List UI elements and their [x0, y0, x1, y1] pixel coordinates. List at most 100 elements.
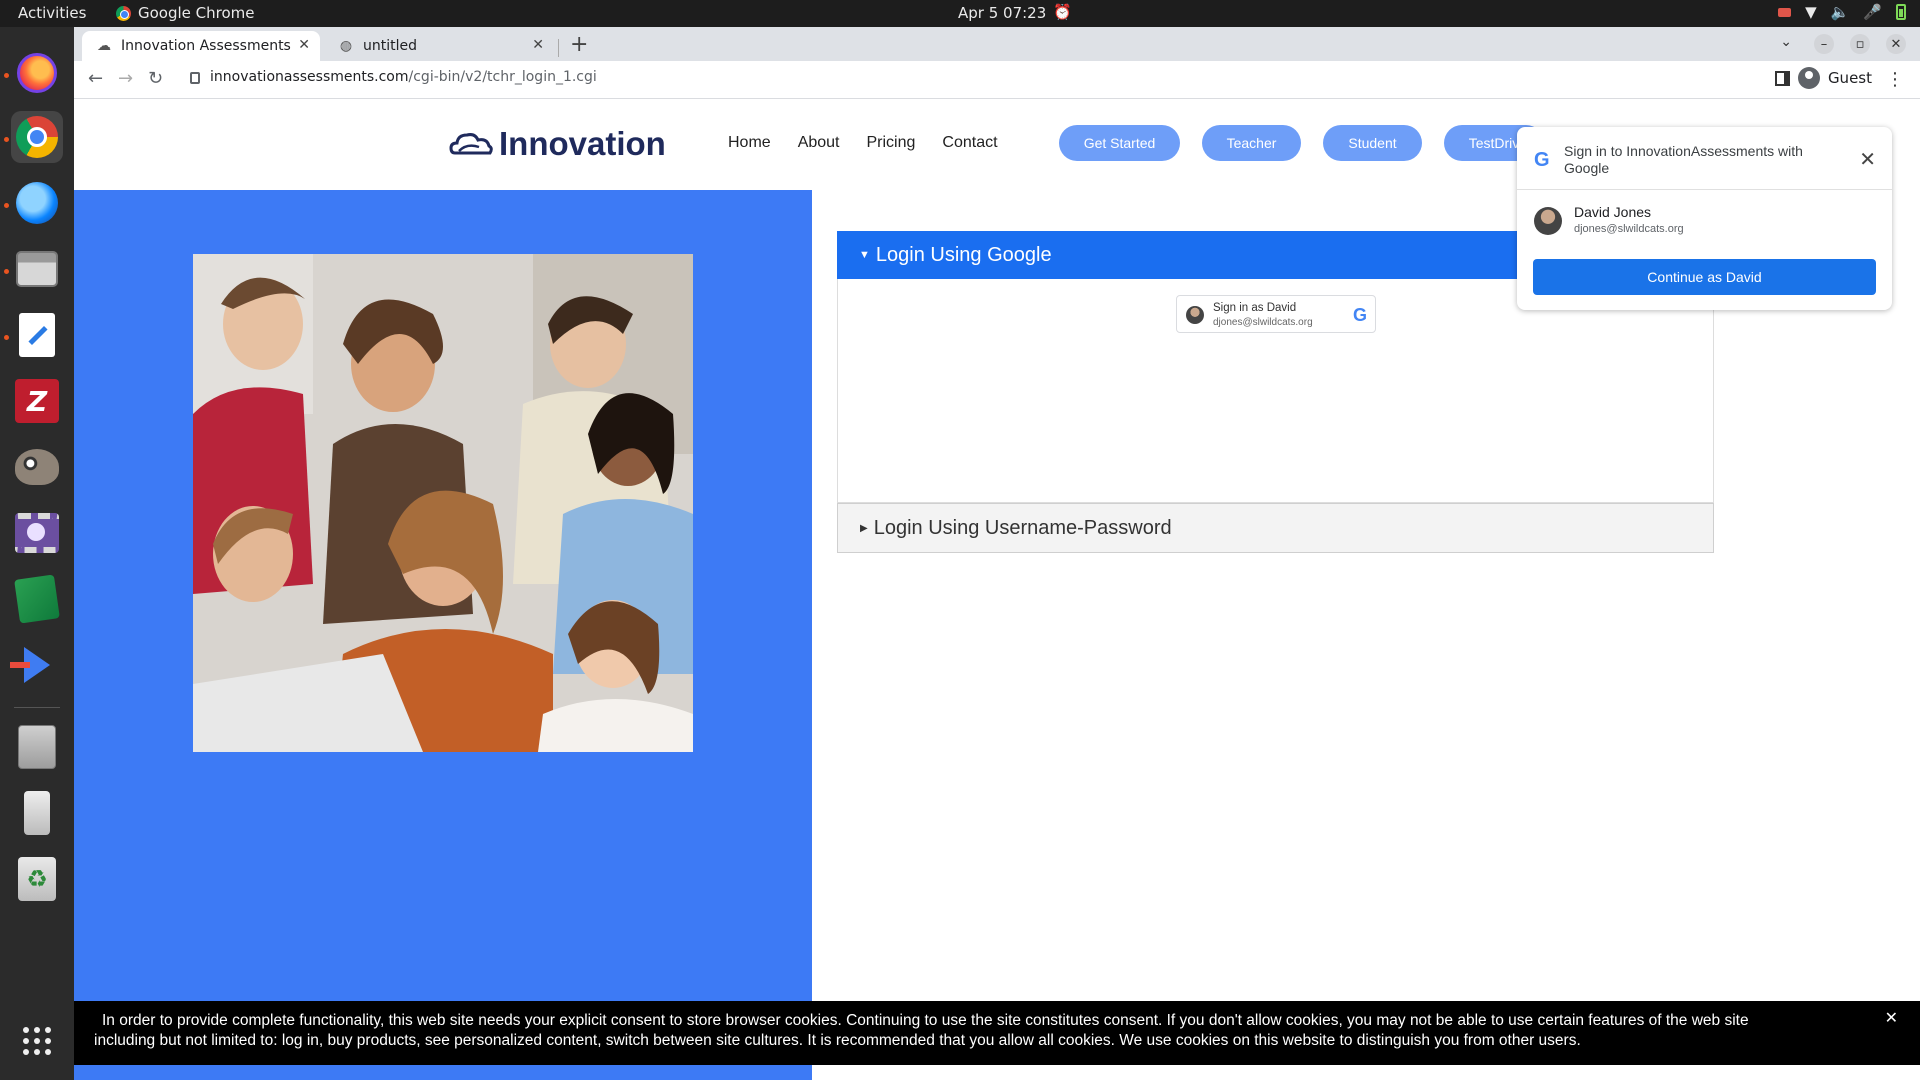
battery-icon [1896, 4, 1906, 20]
restore-icon[interactable]: ▫ [1850, 34, 1870, 54]
trash-launcher[interactable]: ♻ [11, 853, 63, 905]
app-grid-icon [23, 1027, 51, 1055]
video-editor-icon [15, 513, 59, 553]
back-icon[interactable]: ← [88, 68, 103, 89]
gimp-launcher[interactable] [11, 441, 63, 493]
usb-icon [24, 791, 50, 835]
files-launcher[interactable] [11, 243, 63, 295]
system-tray[interactable]: ▼ 🔈 🎤 [1778, 3, 1906, 21]
site-logo[interactable]: Innovation [449, 125, 666, 163]
filezilla-launcher[interactable]: Z [11, 375, 63, 427]
firefox-launcher[interactable] [11, 47, 63, 99]
close-icon[interactable]: ✕ [1885, 1009, 1898, 1029]
text-editor-icon [19, 313, 55, 357]
close-icon[interactable]: ✕ [1859, 147, 1876, 172]
media-app-icon [10, 647, 50, 683]
microphone-icon: 🎤 [1863, 3, 1882, 21]
app-name: Google Chrome [138, 4, 255, 22]
google-one-tap-popup: G Sign in to InnovationAssessments with … [1517, 127, 1892, 310]
nav-about[interactable]: About [798, 134, 840, 152]
nav-contact[interactable]: Contact [942, 134, 997, 152]
cloud-logo-icon [449, 133, 493, 155]
files-icon [16, 251, 58, 287]
continue-as-button[interactable]: Continue as David [1533, 259, 1876, 295]
activities-button[interactable]: Activities [18, 4, 86, 22]
tab-untitled[interactable]: ◍ untitled ✕ [324, 31, 554, 61]
writer-launcher[interactable] [11, 309, 63, 361]
tab-search-icon[interactable]: ⌄ [1780, 34, 1792, 50]
thunderbird-icon [16, 182, 58, 224]
get-started-button[interactable]: Get Started [1059, 125, 1180, 161]
running-indicator [4, 269, 9, 274]
cards-launcher[interactable] [11, 573, 63, 625]
chrome-icon [116, 5, 131, 21]
show-apps-button[interactable] [11, 1015, 63, 1067]
tab-innovation[interactable]: ☁ Innovation Assessments ✕ [82, 31, 320, 61]
window-controls: – ▫ ✕ [1814, 34, 1906, 54]
google-sign-in-button[interactable]: Sign in as David djones@slwildcats.org G [1176, 295, 1376, 333]
running-indicator [4, 335, 9, 340]
minimize-icon[interactable]: – [1814, 34, 1834, 54]
student-button[interactable]: Student [1323, 125, 1422, 161]
reload-icon[interactable]: ↻ [148, 68, 163, 89]
login-google-label: Login Using Google [875, 243, 1052, 266]
usb-drive-launcher[interactable] [11, 787, 63, 839]
tab-title: untitled [363, 38, 418, 54]
innovation-favicon-icon: ☁ [97, 38, 111, 54]
thunderbird-launcher[interactable] [11, 177, 63, 229]
cards-app-icon [14, 574, 60, 624]
new-tab-button[interactable]: + [570, 32, 588, 57]
divider [1517, 189, 1892, 190]
running-indicator [4, 73, 9, 78]
cookie-text-line-1: In order to provide complete functionali… [102, 1012, 1749, 1029]
url-path: /cgi-bin/v2/tchr_login_1.cgi [408, 69, 597, 85]
google-g-icon: G [1352, 305, 1367, 325]
gsi-email: djones@slwildcats.org [1213, 317, 1313, 328]
trash-icon: ♻ [18, 857, 56, 901]
app-menu[interactable]: Google Chrome [116, 4, 255, 22]
caret-right-icon: ▶ [860, 522, 868, 534]
one-tap-user-name: David Jones [1574, 204, 1652, 220]
gimp-icon [15, 449, 59, 485]
students-photo [193, 254, 693, 752]
site-nav: Home About Pricing Contact [728, 134, 998, 152]
clock[interactable]: Apr 5 07:23 [958, 4, 1046, 22]
screen-record-icon [1778, 7, 1792, 17]
students-illustration [193, 254, 693, 752]
one-tap-title: Sign in to InnovationAssessments with Go… [1564, 143, 1803, 176]
chrome-icon [16, 116, 58, 158]
chrome-launcher[interactable] [11, 111, 63, 163]
nav-pricing[interactable]: Pricing [867, 134, 916, 152]
close-tab-icon[interactable]: ✕ [298, 37, 310, 53]
close-window-icon[interactable]: ✕ [1886, 34, 1906, 54]
login-password-label: Login Using Username-Password [873, 516, 1172, 539]
teacher-button[interactable]: Teacher [1202, 125, 1301, 161]
tab-strip: ☁ Innovation Assessments ✕ ◍ untitled ✕ … [74, 27, 1920, 61]
alarm-icon: ⏰ [1053, 3, 1072, 21]
profile-button[interactable]: Guest [1797, 67, 1872, 89]
tab-title: Innovation Assessments [121, 38, 291, 54]
dock: Z ♻ [0, 27, 74, 1080]
running-indicator [4, 137, 9, 142]
url-host: innovationassessments.com [210, 69, 409, 85]
web-page: Innovation Home About Pricing Contact Ge… [74, 99, 1920, 1080]
menu-icon[interactable]: ⋮ [1886, 69, 1904, 90]
profile-avatar-icon [1797, 67, 1820, 89]
tab-divider [558, 39, 559, 57]
media-launcher[interactable] [10, 639, 63, 691]
video-editor-launcher[interactable] [11, 507, 63, 559]
wifi-icon: ▼ [1805, 3, 1817, 21]
close-tab-icon[interactable]: ✕ [532, 37, 544, 53]
logo-text: Innovation [499, 125, 666, 162]
address-bar[interactable]: innovationassessments.com/cgi-bin/v2/tch… [190, 69, 597, 85]
server-drive-launcher[interactable] [11, 721, 63, 773]
login-password-accordion-header[interactable]: ▶ Login Using Username-Password [837, 503, 1714, 553]
google-g-icon: G [1534, 149, 1550, 171]
globe-icon: ◍ [339, 38, 353, 54]
forward-icon[interactable]: → [118, 68, 133, 89]
nav-home[interactable]: Home [728, 134, 771, 152]
side-panel-icon[interactable] [1775, 71, 1790, 86]
dock-separator [14, 707, 60, 708]
cookie-consent-banner: In order to provide complete functionali… [74, 1001, 1920, 1065]
gsi-name: Sign in as David [1213, 302, 1297, 314]
